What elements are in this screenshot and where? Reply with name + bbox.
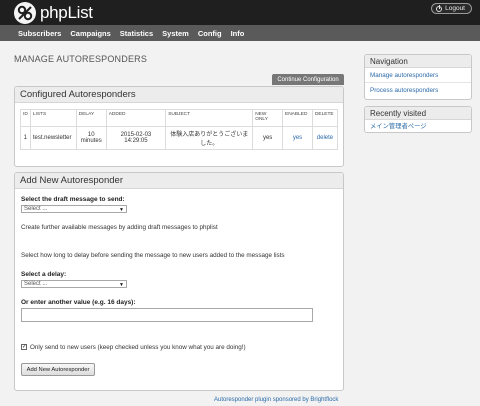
- power-icon: [436, 4, 443, 12]
- table-header-row: ID LISTS DELAY ADDED SUBJECT NEW ONLY EN…: [20, 109, 339, 127]
- draft-select-label: Select the draft message to send:: [21, 196, 125, 203]
- cell-enabled: yes: [282, 126, 313, 150]
- cell-new-only: yes: [252, 126, 284, 150]
- draft-message-select[interactable]: Select ... ▼: [21, 205, 127, 213]
- column-header: DELETE: [311, 109, 339, 127]
- column-header: ID: [20, 109, 31, 127]
- column-header: SUBJECT: [165, 109, 254, 127]
- delay-help-text: Select how long to delay before sending …: [21, 252, 285, 259]
- app-name: phpList: [40, 2, 93, 22]
- nav-item-campaigns[interactable]: Campaigns: [70, 29, 110, 38]
- nav-item-subscribers[interactable]: Subscribers: [18, 29, 61, 38]
- panel-title: Configured Autoresponders: [15, 87, 343, 103]
- navigation-title: Navigation: [365, 55, 471, 68]
- nav-item-config[interactable]: Config: [198, 29, 222, 38]
- delete-link[interactable]: delete: [317, 135, 333, 141]
- dropdown-arrow-icon: ▼: [119, 207, 124, 213]
- recently-visited-panel: Recently visited メイン管理者ページ: [364, 106, 472, 133]
- add-autoresponder-button[interactable]: Add New Autoresponder: [21, 363, 95, 376]
- logout-label: Logout: [445, 5, 465, 12]
- add-autoresponder-panel: Add New Autoresponder Select the draft m…: [14, 172, 344, 391]
- new-users-only-checkbox[interactable]: ✓: [21, 344, 27, 350]
- delay-select-label: Select a delay:: [21, 271, 67, 278]
- new-users-only-label: Only send to new users (keep checked unl…: [30, 344, 246, 351]
- cell-delay: 10 minutes: [75, 126, 107, 150]
- phplist-logo-icon: [14, 1, 36, 24]
- toggle-enabled-link[interactable]: yes: [293, 135, 302, 141]
- column-header: DELAY: [75, 109, 107, 127]
- dropdown-arrow-icon: ▼: [119, 282, 124, 288]
- nav-item-info[interactable]: Info: [231, 29, 245, 38]
- cell-lists: test.newsletter: [29, 126, 77, 150]
- main-nav: Subscribers Campaigns Statistics System …: [0, 25, 480, 41]
- column-header: ADDED: [105, 109, 167, 127]
- column-header: LISTS: [29, 109, 77, 127]
- cell-added: 2015-02-03 14:29:05: [105, 126, 167, 150]
- delay-select[interactable]: Select ... ▼: [21, 280, 127, 288]
- nav-item-statistics[interactable]: Statistics: [120, 29, 153, 38]
- manage-autoresponders-link[interactable]: Manage autoresponders: [365, 68, 471, 83]
- logout-button[interactable]: Logout: [431, 3, 472, 14]
- draft-select-value: Select ...: [24, 206, 48, 212]
- column-header: ENABLED: [282, 109, 313, 127]
- column-header: NEW ONLY: [252, 109, 284, 127]
- other-delay-label: Or enter another value (e.g. 16 days):: [21, 299, 136, 306]
- recently-visited-title: Recently visited: [365, 107, 471, 120]
- cell-subject: 体験入店ありがとうございました。: [165, 126, 254, 150]
- sponsor-link[interactable]: Autoresponder plugin sponsored by Bright…: [214, 397, 338, 403]
- other-delay-input[interactable]: [21, 308, 313, 322]
- cell-id: 1: [20, 126, 31, 150]
- autoresponders-table: ID LISTS DELAY ADDED SUBJECT NEW ONLY EN…: [20, 109, 339, 150]
- nav-item-system[interactable]: System: [162, 29, 189, 38]
- process-autoresponders-link[interactable]: Process autoresponders: [365, 83, 471, 98]
- delay-select-value: Select ...: [24, 281, 48, 287]
- page-title: MANAGE AUTORESPONDERS: [14, 54, 148, 64]
- recent-link-main-admin[interactable]: メイン管理者ページ: [365, 120, 471, 133]
- navigation-panel: Navigation Manage autoresponders Process…: [364, 54, 472, 100]
- cell-delete: delete: [311, 126, 339, 150]
- top-bar: phpList Logout: [0, 0, 480, 25]
- panel-title: Add New Autoresponder: [15, 173, 343, 189]
- continue-configuration-button[interactable]: Continue Configuration: [272, 74, 344, 85]
- table-row: 1 test.newsletter 10 minutes 2015-02-03 …: [20, 126, 339, 150]
- configured-autoresponders-panel: Configured Autoresponders ID LISTS DELAY…: [14, 86, 344, 167]
- phplist-logo[interactable]: phpList: [14, 0, 93, 25]
- draft-help-text: Create further available messages by add…: [21, 224, 218, 231]
